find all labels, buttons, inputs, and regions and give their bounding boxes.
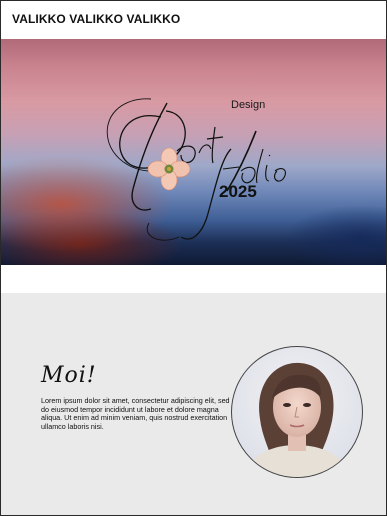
about-greeting: Moi! — [41, 363, 97, 388]
nav-menu-label[interactable]: VALIKKO VALIKKO VALIKKO — [12, 12, 180, 26]
about-paragraph: Lorem ipsum dolor sit amet, consectetur … — [41, 396, 230, 431]
section-spacer — [1, 265, 386, 293]
hero-year: 2025 — [219, 182, 257, 201]
hero-design-label: Design — [231, 99, 266, 111]
portfolio-script-logo — [106, 98, 286, 241]
flower-icon — [147, 147, 191, 191]
profile-photo — [231, 346, 363, 478]
hero-banner: Design 2025 — [1, 39, 386, 265]
top-nav: VALIKKO VALIKKO VALIKKO — [1, 1, 386, 39]
portfolio-page: VALIKKO VALIKKO VALIKKO Design 2025 Moi!… — [0, 0, 387, 516]
